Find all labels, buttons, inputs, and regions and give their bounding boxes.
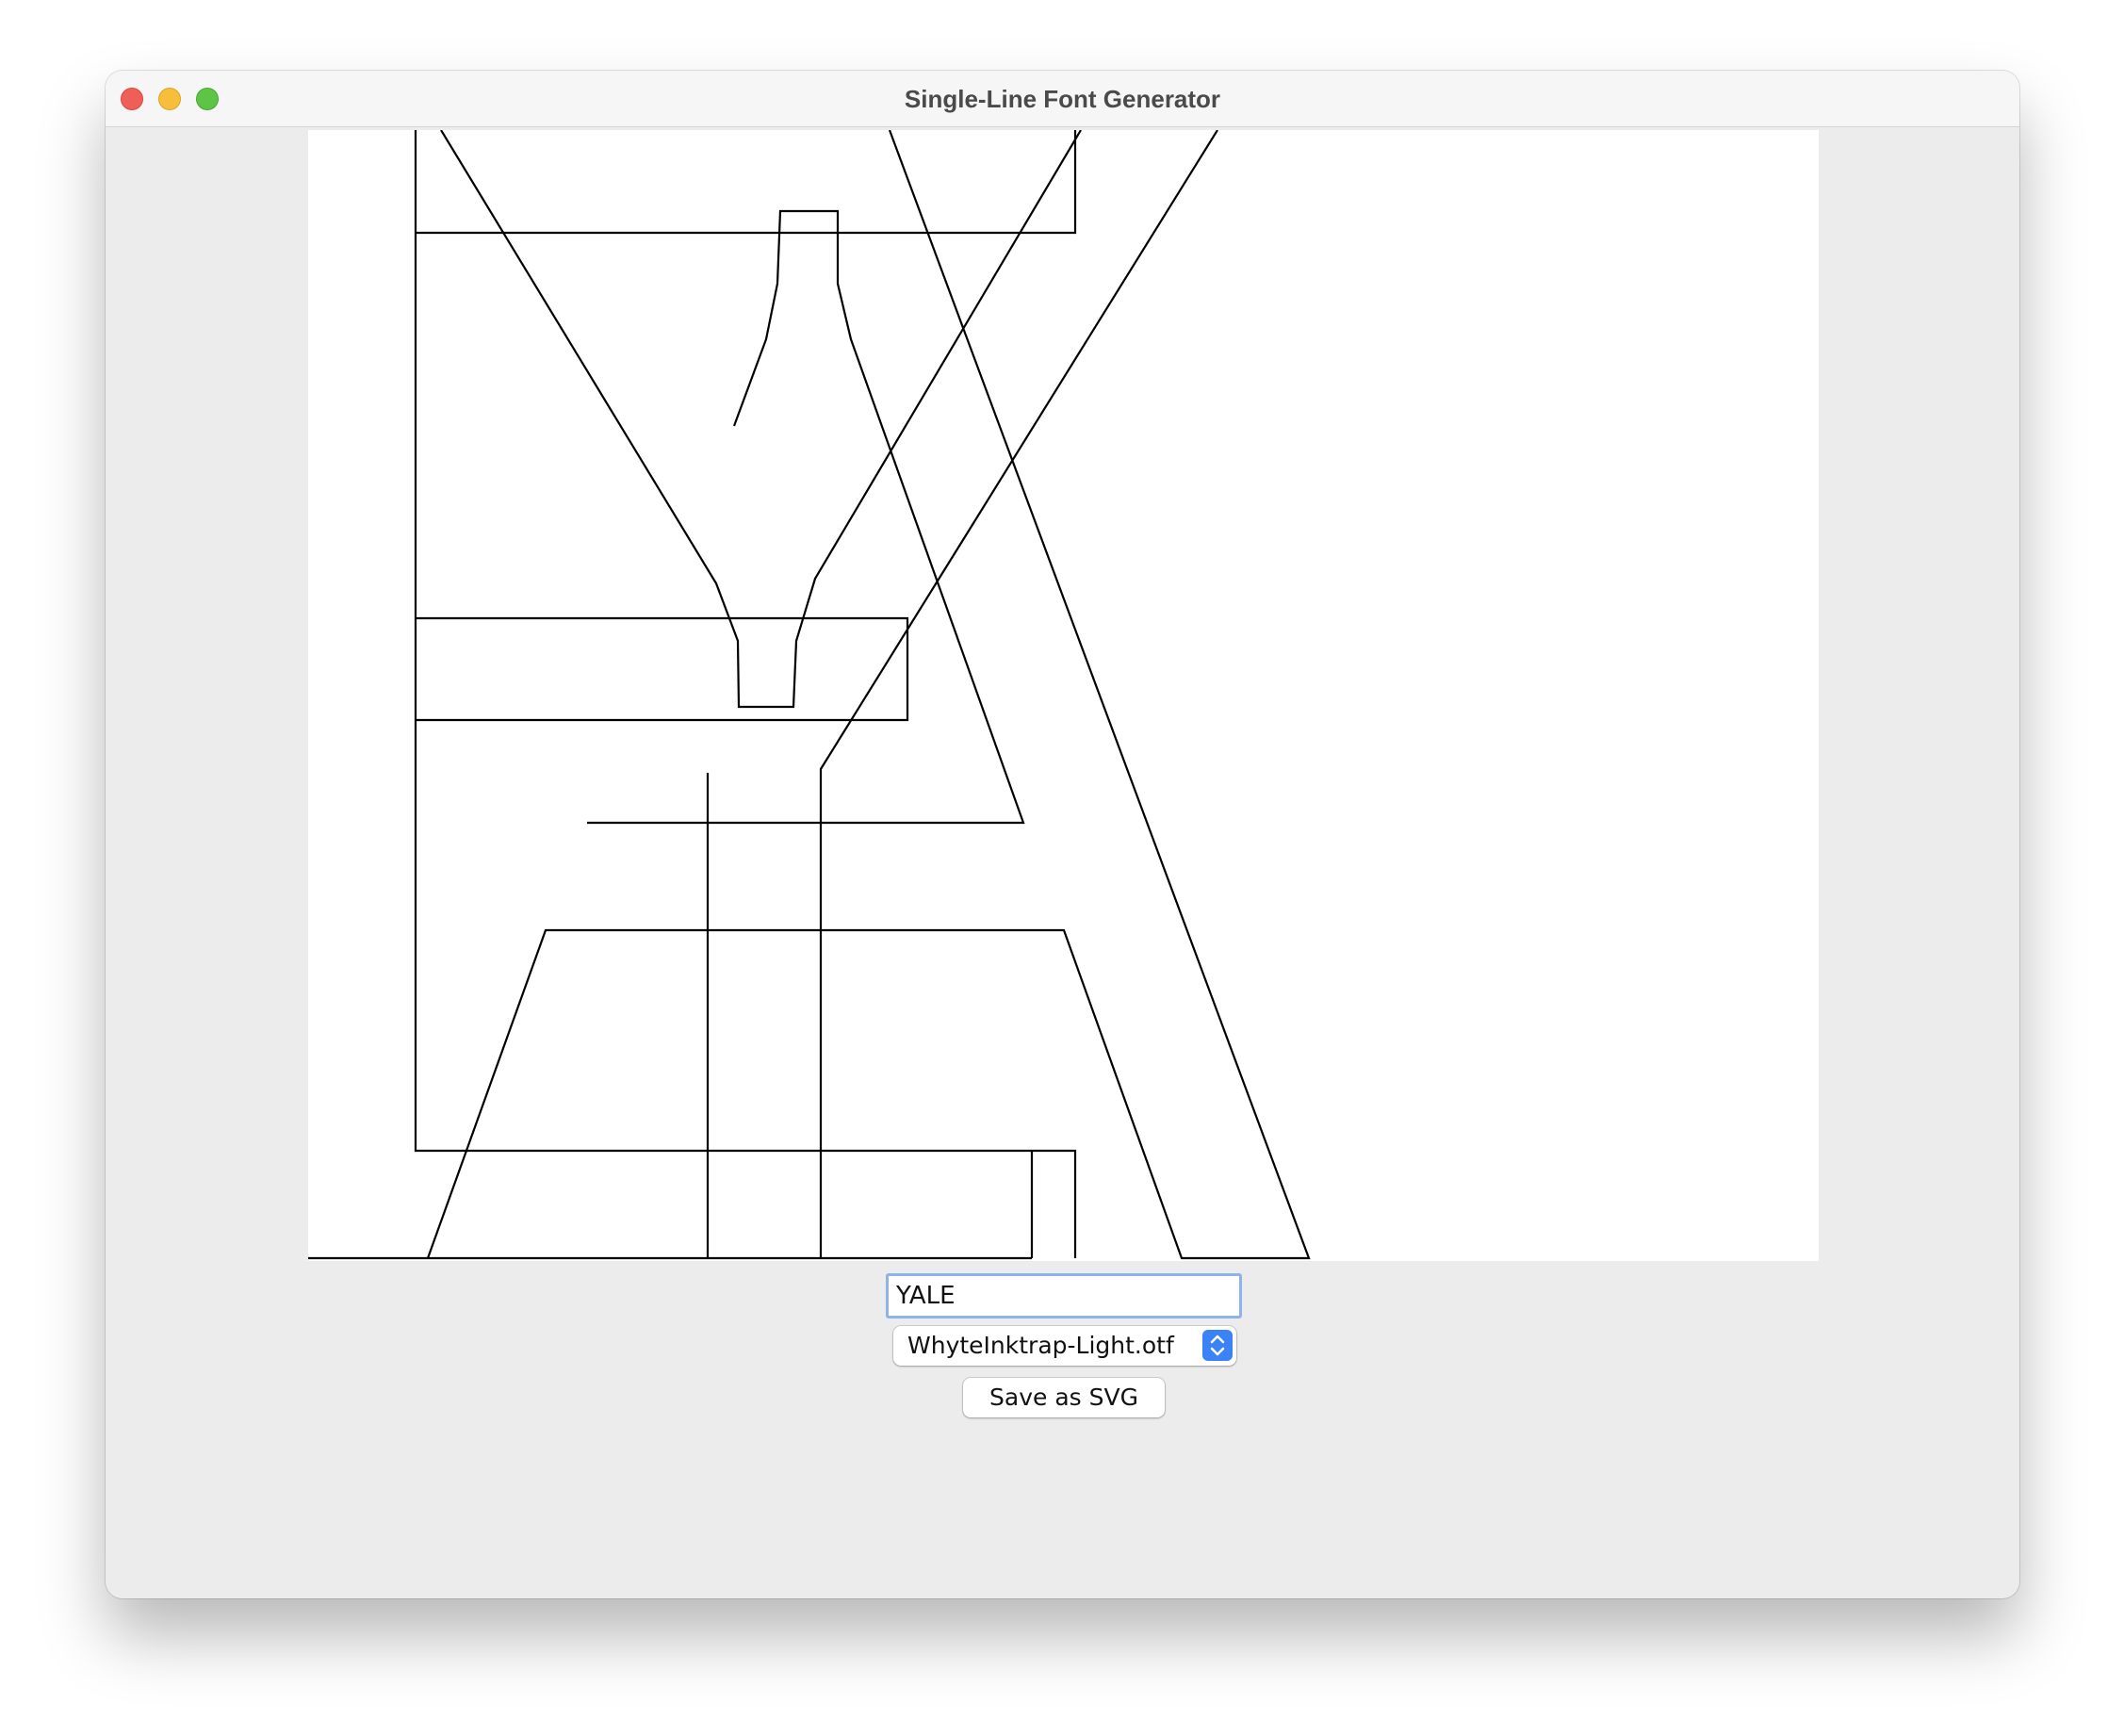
font-select[interactable]: WhyteInktrap-Light.otf [893,1326,1236,1366]
title-bar: Single-Line Font Generator [106,71,2019,127]
glyph-preview [308,130,1311,1260]
glyph-canvas [308,130,1819,1261]
font-select-value: WhyteInktrap-Light.otf [907,1332,1174,1359]
chevron-updown-icon [1202,1330,1233,1361]
glyph-stroke-a [308,130,1311,1260]
glyph-stroke-e [414,130,1077,1258]
glyph-stroke-y [440,130,1082,709]
app-window: Single-Line Font Generator WhyteInktrap-… [106,71,2019,1598]
save-svg-button[interactable]: Save as SVG [963,1378,1165,1417]
text-input[interactable] [886,1273,1242,1318]
window-title: Single-Line Font Generator [904,85,1221,113]
